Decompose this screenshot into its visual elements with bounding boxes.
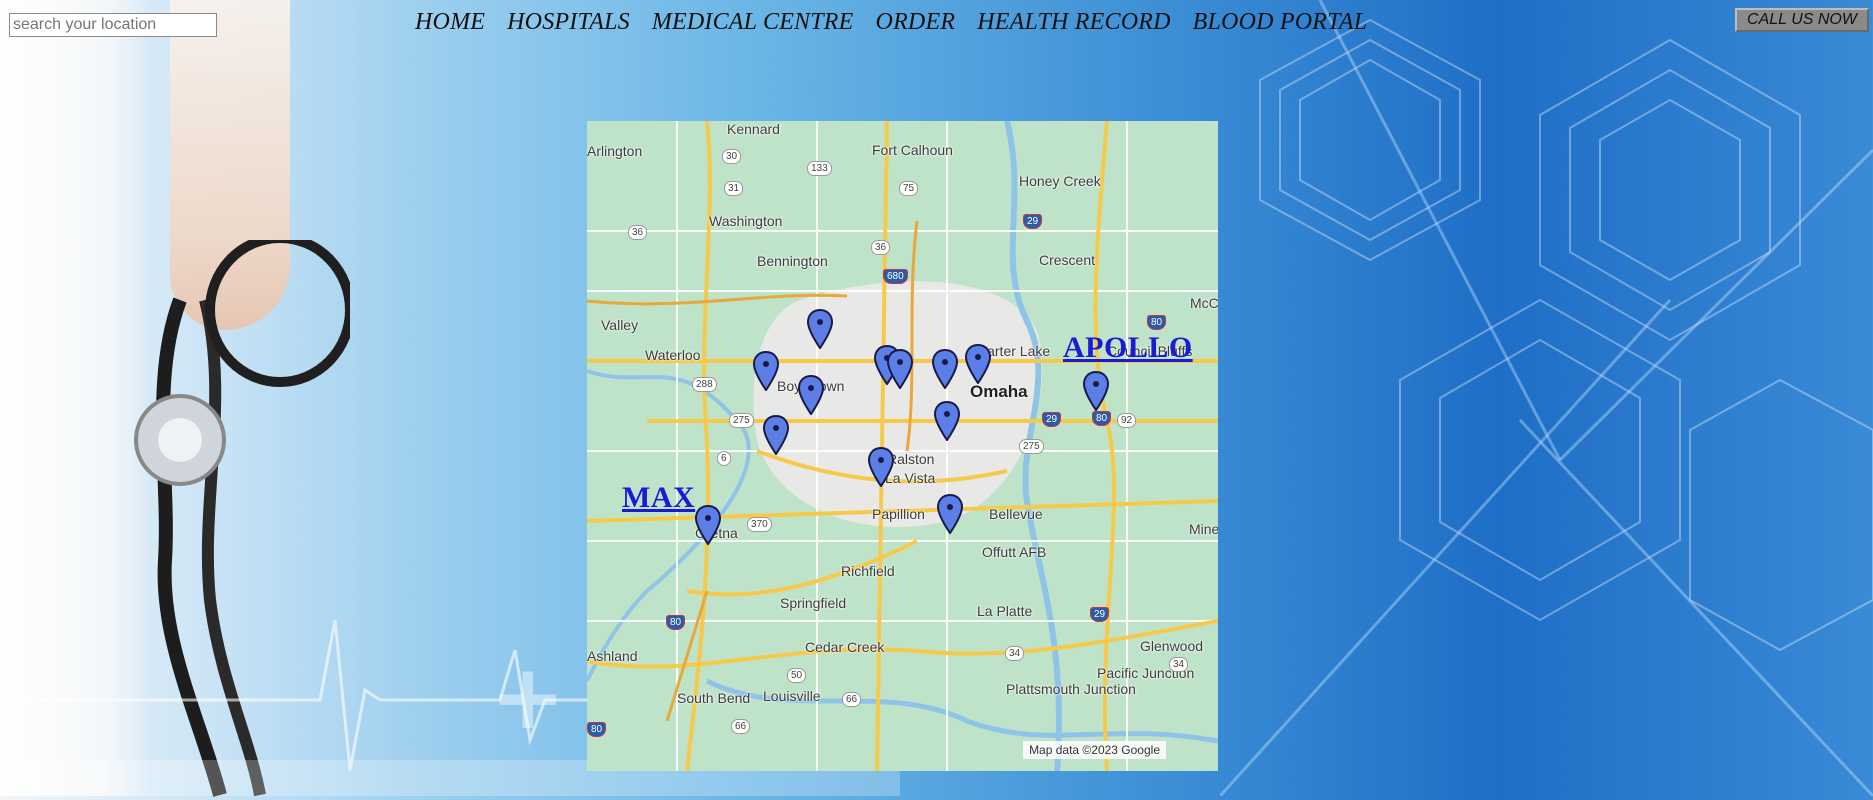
map-attribution: Map data ©2023 Google bbox=[1023, 741, 1166, 759]
stethoscope-image bbox=[134, 240, 350, 797]
route-shield: 29 bbox=[1090, 607, 1110, 622]
route-shield: 80 bbox=[587, 722, 607, 737]
map-label: La Platte bbox=[977, 603, 1033, 619]
map-label: Papillion bbox=[872, 506, 925, 522]
route-shield: 29 bbox=[1042, 412, 1062, 427]
map-label: Omaha bbox=[970, 382, 1028, 401]
route-shield: 288 bbox=[692, 377, 717, 392]
map-label: Arlington bbox=[587, 143, 643, 159]
map-label: Valley bbox=[601, 317, 639, 333]
route-shield: 370 bbox=[747, 517, 772, 532]
map-label: Honey Creek bbox=[1019, 173, 1101, 189]
route-shield: 275 bbox=[1019, 439, 1044, 454]
hospital-link-apollo[interactable]: APOLLO bbox=[1063, 331, 1193, 365]
route-shield: 50 bbox=[787, 668, 807, 683]
map-label: Glenwood bbox=[1140, 638, 1204, 654]
nav-hospitals[interactable]: HOSPITALS bbox=[507, 9, 630, 36]
map-label: Bennington bbox=[757, 253, 828, 269]
map-pin-icon[interactable] bbox=[937, 494, 963, 534]
map-label: Ralston bbox=[887, 451, 935, 467]
hexagon-art-image bbox=[1220, 0, 1873, 796]
doctor-coat-image bbox=[0, 0, 150, 796]
map-label: Waterloo bbox=[645, 347, 701, 363]
plus-icon: + bbox=[490, 645, 566, 750]
route-shield: 66 bbox=[731, 719, 751, 734]
map-label: Kennard bbox=[727, 121, 780, 137]
hospital-map[interactable]: Kennard Arlington Fort Calhoun Honey Cre… bbox=[587, 121, 1218, 771]
map-label: Washington bbox=[709, 213, 783, 229]
map-label: Louisville bbox=[763, 688, 821, 704]
map-label: Bellevue bbox=[989, 506, 1043, 522]
nav-health-record[interactable]: HEALTH RECORD bbox=[977, 9, 1170, 36]
nav-home[interactable]: HOME bbox=[415, 9, 485, 36]
doctor-arm-image bbox=[170, 0, 290, 330]
map-pin-icon[interactable] bbox=[807, 309, 833, 349]
route-shield: 75 bbox=[899, 181, 919, 196]
route-shield: 80 bbox=[1147, 315, 1167, 330]
route-shield: 34 bbox=[1005, 646, 1025, 661]
map-pin-icon[interactable] bbox=[887, 349, 913, 389]
route-shield: 133 bbox=[807, 161, 832, 176]
route-shield: 80 bbox=[666, 615, 686, 630]
map-pin-icon[interactable] bbox=[1083, 371, 1109, 411]
route-shield: 6 bbox=[717, 451, 731, 466]
map-label: Plattsmouth Junction bbox=[1006, 681, 1136, 697]
route-shield: 275 bbox=[729, 413, 754, 428]
map-label: Mine bbox=[1189, 521, 1218, 537]
route-shield: 36 bbox=[871, 240, 891, 255]
call-us-now-button[interactable]: CALL US NOW bbox=[1735, 8, 1869, 32]
route-shield: 30 bbox=[722, 149, 742, 164]
main-nav: HOME HOSPITALS MEDICAL CENTRE ORDER HEAL… bbox=[415, 9, 1389, 36]
map-label: Cedar Creek bbox=[805, 639, 885, 655]
route-shield: 31 bbox=[724, 181, 744, 196]
map-label: Springfield bbox=[780, 595, 847, 611]
hospital-link-max[interactable]: MAX bbox=[622, 481, 695, 515]
route-shield: 36 bbox=[628, 225, 648, 240]
route-shield: 680 bbox=[883, 269, 908, 284]
map-label: Richfield bbox=[841, 563, 895, 579]
route-shield: 92 bbox=[1117, 413, 1137, 428]
map-label: Offutt AFB bbox=[982, 544, 1047, 560]
map-label: Ashland bbox=[587, 648, 638, 664]
route-shield: 29 bbox=[1023, 214, 1043, 229]
map-pin-icon[interactable] bbox=[868, 447, 894, 487]
map-pin-icon[interactable] bbox=[695, 505, 721, 545]
map-label: South Bend bbox=[677, 690, 751, 706]
map-pin-icon[interactable] bbox=[965, 344, 991, 384]
map-label: Crescent bbox=[1039, 252, 1096, 268]
map-label: McC bbox=[1190, 295, 1218, 311]
map-pin-icon[interactable] bbox=[798, 375, 824, 415]
map-pin-icon[interactable] bbox=[932, 349, 958, 389]
route-shield: 80 bbox=[1092, 411, 1112, 426]
route-shield: 34 bbox=[1169, 657, 1189, 672]
map-pin-icon[interactable] bbox=[934, 401, 960, 441]
map-pin-icon[interactable] bbox=[753, 351, 779, 391]
map-label: Fort Calhoun bbox=[872, 142, 953, 158]
map-pin-icon[interactable] bbox=[763, 415, 789, 455]
nav-blood-portal[interactable]: BLOOD PORTAL bbox=[1193, 9, 1368, 36]
search-input[interactable] bbox=[9, 13, 217, 37]
nav-order[interactable]: ORDER bbox=[876, 9, 956, 36]
route-shield: 66 bbox=[842, 692, 862, 707]
nav-medical-centre[interactable]: MEDICAL CENTRE bbox=[652, 9, 854, 36]
